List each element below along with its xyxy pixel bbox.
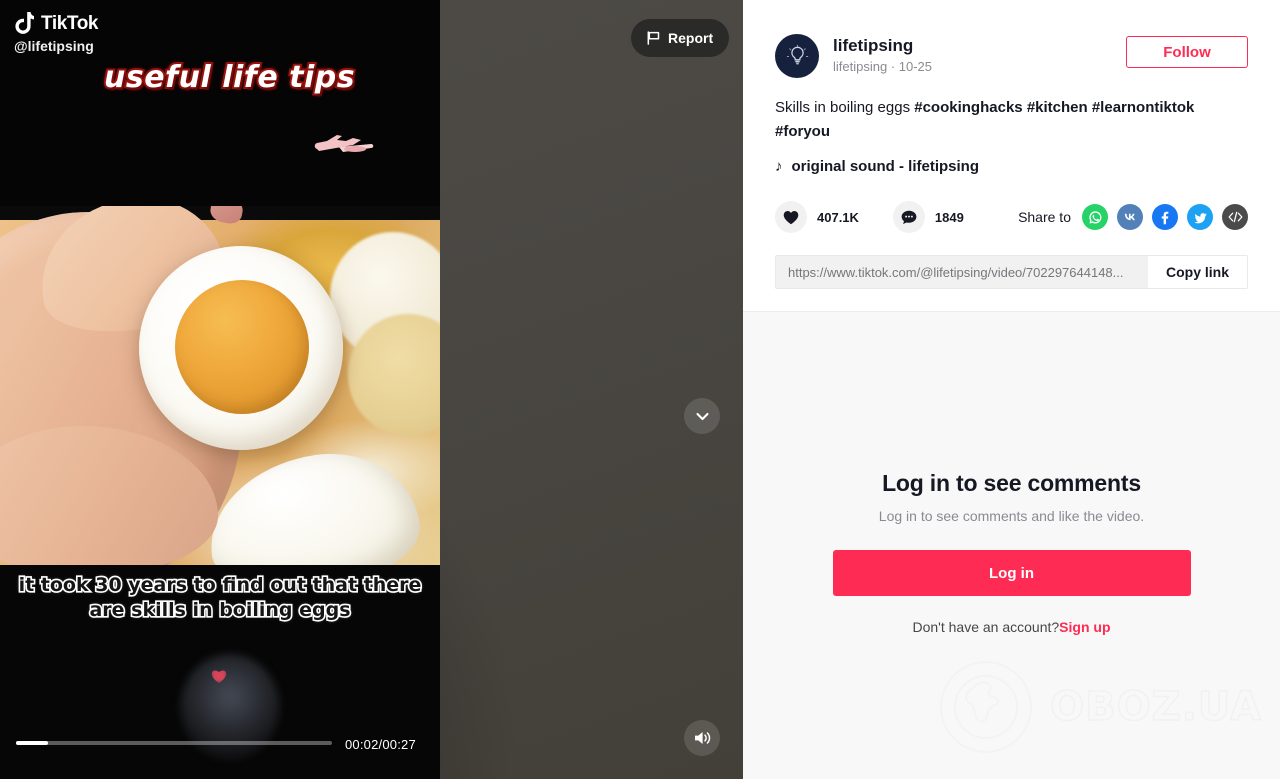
video-frame-image (0, 206, 440, 565)
login-button[interactable]: Log in (832, 550, 1191, 596)
share-label: Share to (1018, 209, 1071, 225)
flag-icon (647, 31, 660, 45)
tiktok-logo: TikTok (14, 12, 98, 35)
watermark-text: OBOZ.UA (1049, 683, 1262, 731)
like-count: 407.1K (817, 209, 859, 225)
tiktok-wordmark: TikTok (41, 12, 99, 34)
vk-glyph (1124, 213, 1135, 221)
copy-link-row: Copy link (775, 255, 1248, 289)
volume-on-icon (694, 732, 710, 744)
music-row[interactable]: ♪ original sound - lifetipsing (775, 158, 1248, 175)
video-progress-bar[interactable] (16, 741, 332, 745)
hashtag-cookinghacks[interactable]: #cookinghacks (914, 99, 1022, 116)
author-meta: lifetipsing lifetipsing · 10-25 (833, 34, 1126, 76)
panel-header: lifetipsing lifetipsing · 10-25 Follow S… (743, 0, 1280, 311)
tiktok-note-icon (15, 12, 34, 34)
video-overlay-title: useful life tips (102, 58, 357, 97)
heart-icon[interactable] (775, 201, 807, 233)
hashtag-kitchen[interactable]: #kitchen (1027, 99, 1088, 116)
copy-link-button[interactable]: Copy link (1147, 256, 1247, 288)
like-group[interactable]: 407.1K (775, 201, 859, 233)
volume-button[interactable] (684, 720, 720, 756)
music-label: original sound - lifetipsing (791, 158, 980, 175)
airplane-icon (314, 135, 374, 152)
login-prompt: Log in to see comments Log in to see com… (743, 470, 1280, 635)
comment-icon[interactable] (892, 201, 925, 233)
follow-button[interactable]: Follow (1126, 36, 1248, 68)
signup-link[interactable]: Sign up (1059, 619, 1110, 635)
video-info-panel: lifetipsing lifetipsing · 10-25 Follow S… (743, 0, 1280, 779)
oboz-watermark: OBOZ.UA (938, 659, 1262, 755)
globe-icon (940, 661, 1033, 753)
vk-icon[interactable] (1117, 204, 1143, 230)
next-video-button[interactable] (684, 398, 720, 434)
login-subtitle: Log in to see comments and like the vide… (878, 508, 1145, 524)
video-time-label: 00:02/00:27 (345, 737, 416, 752)
progress-fill (16, 741, 48, 745)
video-handle: @lifetipsing (14, 38, 94, 54)
progress-track (16, 741, 332, 745)
embed-code-icon[interactable] (1222, 204, 1248, 230)
twitter-icon[interactable] (1187, 204, 1213, 230)
signup-row: Don't have an account?Sign up (743, 619, 1280, 635)
music-note-icon: ♪ (775, 158, 783, 175)
video-player[interactable]: TikTok @lifetipsing useful life tips it … (0, 0, 440, 779)
panel-divider (743, 311, 1280, 312)
signup-prompt: Don't have an account? (912, 619, 1060, 635)
report-label: Report (668, 30, 714, 46)
comment-group[interactable]: 1849 (892, 201, 964, 233)
comment-glyph (901, 210, 917, 224)
embed-code-glyph (1228, 211, 1242, 223)
avatar[interactable] (775, 34, 819, 78)
author-name[interactable]: lifetipsing (833, 35, 1126, 56)
facebook-icon[interactable] (1152, 204, 1178, 230)
description-text: Skills in boiling eggs (775, 99, 915, 116)
whatsapp-icon[interactable] (1082, 204, 1108, 230)
author-row: lifetipsing lifetipsing · 10-25 Follow (775, 34, 1248, 78)
facebook-glyph (1161, 211, 1169, 225)
share-url-input[interactable] (776, 256, 1148, 288)
lightbulb-icon (786, 44, 808, 64)
chevron-down-icon (695, 412, 709, 420)
video-title-band: TikTok @lifetipsing useful life tips (0, 0, 440, 206)
video-description: Skills in boiling eggs #cookinghacks #ki… (775, 96, 1248, 144)
engagement-row: 407.1K 1849 Share to (775, 201, 1248, 233)
tiktok-video-page: TikTok @lifetipsing useful life tips it … (0, 0, 1280, 779)
hashtag-learnontiktok[interactable]: #learnontiktok (1092, 99, 1195, 116)
author-subtitle: lifetipsing · 10-25 (833, 59, 932, 74)
video-stage[interactable]: TikTok @lifetipsing useful life tips it … (0, 0, 743, 779)
boiled-egg-half (139, 246, 343, 450)
whatsapp-glyph (1088, 210, 1101, 223)
video-subtitle: it took 30 years to find out that there … (17, 572, 423, 622)
login-title: Log in to see comments (882, 470, 1141, 496)
report-button[interactable]: Report (631, 19, 730, 57)
egg-yolk (175, 280, 309, 414)
twitter-glyph (1193, 212, 1206, 223)
heart-glyph (783, 210, 799, 224)
hashtag-foryou[interactable]: #foryou (775, 123, 830, 140)
fingernail (208, 206, 245, 226)
comment-count: 1849 (934, 209, 964, 225)
share-zone: Share to (1018, 204, 1248, 230)
